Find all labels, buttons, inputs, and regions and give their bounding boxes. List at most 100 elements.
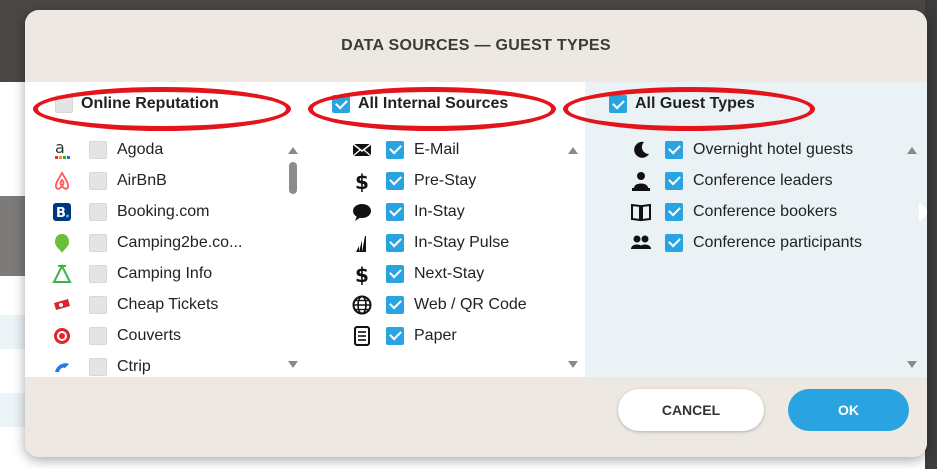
group-icon	[629, 231, 653, 255]
camping-info-logo-icon	[50, 262, 74, 286]
list-item[interactable]: $ Next-Stay	[303, 258, 585, 289]
side-pointer-arrow	[919, 202, 927, 222]
ctrip-label: Ctrip	[117, 357, 151, 375]
camping-info-checkbox[interactable]	[89, 264, 107, 283]
list-item[interactable]: Paper	[303, 320, 585, 351]
svg-text:$: $	[355, 170, 369, 192]
moon-icon	[629, 138, 653, 162]
internal-sources-header[interactable]: All Internal Sources	[303, 82, 508, 126]
list-item[interactable]: Cheap Tickets	[25, 289, 303, 320]
booking-label: Booking.com	[117, 202, 210, 220]
camping-info-label: Camping Info	[117, 264, 213, 282]
in-stay-label: In-Stay	[414, 202, 465, 220]
list-item[interactable]: Couverts	[25, 320, 303, 351]
online-reputation-checkbox[interactable]	[55, 95, 73, 113]
scroll-up-arrow[interactable]	[288, 147, 298, 154]
guest-types-column: All Guest Types Overnight hotel guests C…	[585, 82, 927, 377]
list-item[interactable]: Conference bookers	[585, 196, 927, 227]
cancel-button[interactable]: CANCEL	[618, 389, 764, 431]
cheap-tickets-label: Cheap Tickets	[117, 295, 219, 313]
list-item[interactable]: $ Pre-Stay	[303, 165, 585, 196]
pulse-bars-icon	[350, 231, 374, 255]
couverts-logo-icon	[50, 324, 74, 348]
camping2be-checkbox[interactable]	[89, 233, 107, 252]
list-item[interactable]: Camping2be.co...	[25, 227, 303, 258]
paper-checkbox[interactable]	[386, 326, 404, 345]
dialog-footer: CANCEL OK	[25, 377, 927, 457]
svg-text:a: a	[55, 139, 65, 157]
camping2be-label: Camping2be.co...	[117, 233, 243, 251]
list-item[interactable]: In-Stay Pulse	[303, 227, 585, 258]
booking-checkbox[interactable]	[89, 202, 107, 221]
scrollbar-thumb[interactable]	[289, 162, 297, 194]
airbnb-checkbox[interactable]	[89, 171, 107, 190]
conference-leaders-label: Conference leaders	[693, 171, 833, 189]
conference-leaders-checkbox[interactable]	[665, 171, 683, 190]
couverts-checkbox[interactable]	[89, 326, 107, 345]
camping2be-logo-icon	[50, 231, 74, 255]
list-item[interactable]: In-Stay	[303, 196, 585, 227]
internal-sources-column: All Internal Sources E-Mail $ Pre-Stay I…	[303, 82, 585, 377]
document-icon	[350, 324, 374, 348]
list-item[interactable]: Conference leaders	[585, 165, 927, 196]
in-stay-checkbox[interactable]	[386, 202, 404, 221]
presenter-icon	[629, 169, 653, 193]
list-item[interactable]: a Agoda	[25, 134, 303, 165]
paper-label: Paper	[414, 326, 457, 344]
svg-text:$: $	[355, 263, 369, 285]
cheap-tickets-checkbox[interactable]	[89, 295, 107, 314]
list-item[interactable]: Conference participants	[585, 227, 927, 258]
envelope-icon	[350, 138, 374, 162]
conference-bookers-checkbox[interactable]	[665, 202, 683, 221]
data-sources-dialog: DATA SOURCES — GUEST TYPES Online Reputa…	[25, 10, 927, 457]
ctrip-logo-icon	[50, 355, 74, 378]
dialog-title: DATA SOURCES — GUEST TYPES	[341, 37, 611, 54]
list-item[interactable]: E-Mail	[303, 134, 585, 165]
list-item[interactable]: Camping Info	[25, 258, 303, 289]
list-item[interactable]: Overnight hotel guests	[585, 134, 927, 165]
guest-types-label: All Guest Types	[635, 95, 755, 112]
email-checkbox[interactable]	[386, 140, 404, 159]
scroll-down-arrow[interactable]	[907, 361, 917, 368]
web-qr-checkbox[interactable]	[386, 295, 404, 314]
scroll-up-arrow[interactable]	[907, 147, 917, 154]
scroll-down-arrow[interactable]	[288, 361, 298, 368]
agoda-logo-icon: a	[50, 138, 74, 162]
list-item[interactable]: B Booking.com	[25, 196, 303, 227]
conference-bookers-label: Conference bookers	[693, 202, 838, 220]
conference-participants-checkbox[interactable]	[665, 233, 683, 252]
list-item[interactable]: Ctrip	[25, 351, 303, 377]
next-stay-checkbox[interactable]	[386, 264, 404, 283]
dialog-header: DATA SOURCES — GUEST TYPES	[25, 10, 927, 82]
scroll-up-arrow[interactable]	[568, 147, 578, 154]
online-reputation-list: a Agoda AirBnB B Booking.com Camping2be.…	[25, 134, 303, 377]
list-item[interactable]: AirBnB	[25, 165, 303, 196]
online-reputation-header[interactable]: Online Reputation	[25, 82, 219, 126]
columns-container: Online Reputation a Agoda AirBnB B Booki…	[25, 82, 927, 377]
guest-types-header[interactable]: All Guest Types	[585, 82, 755, 126]
in-stay-pulse-checkbox[interactable]	[386, 233, 404, 252]
email-label: E-Mail	[414, 140, 460, 158]
airbnb-label: AirBnB	[117, 171, 167, 189]
internal-sources-checkbox[interactable]	[332, 95, 350, 113]
scroll-down-arrow[interactable]	[568, 361, 578, 368]
agoda-checkbox[interactable]	[89, 140, 107, 159]
next-stay-label: Next-Stay	[414, 264, 485, 282]
ok-button[interactable]: OK	[788, 389, 909, 431]
cheap-tickets-logo-icon	[50, 293, 74, 317]
overnight-guests-label: Overnight hotel guests	[693, 140, 854, 158]
in-stay-pulse-label: In-Stay Pulse	[414, 233, 510, 251]
agoda-label: Agoda	[117, 140, 164, 158]
booking-logo-icon: B	[50, 200, 74, 224]
list-item[interactable]: Web / QR Code	[303, 289, 585, 320]
book-icon	[629, 200, 653, 224]
web-qr-label: Web / QR Code	[414, 295, 527, 313]
dollar-icon: $	[350, 262, 374, 286]
svg-text:B: B	[56, 206, 66, 221]
guest-types-list: Overnight hotel guests Conference leader…	[585, 134, 927, 377]
internal-sources-label: All Internal Sources	[358, 95, 509, 112]
ctrip-checkbox[interactable]	[89, 357, 107, 376]
guest-types-checkbox[interactable]	[609, 95, 627, 113]
pre-stay-checkbox[interactable]	[386, 171, 404, 190]
overnight-guests-checkbox[interactable]	[665, 140, 683, 159]
